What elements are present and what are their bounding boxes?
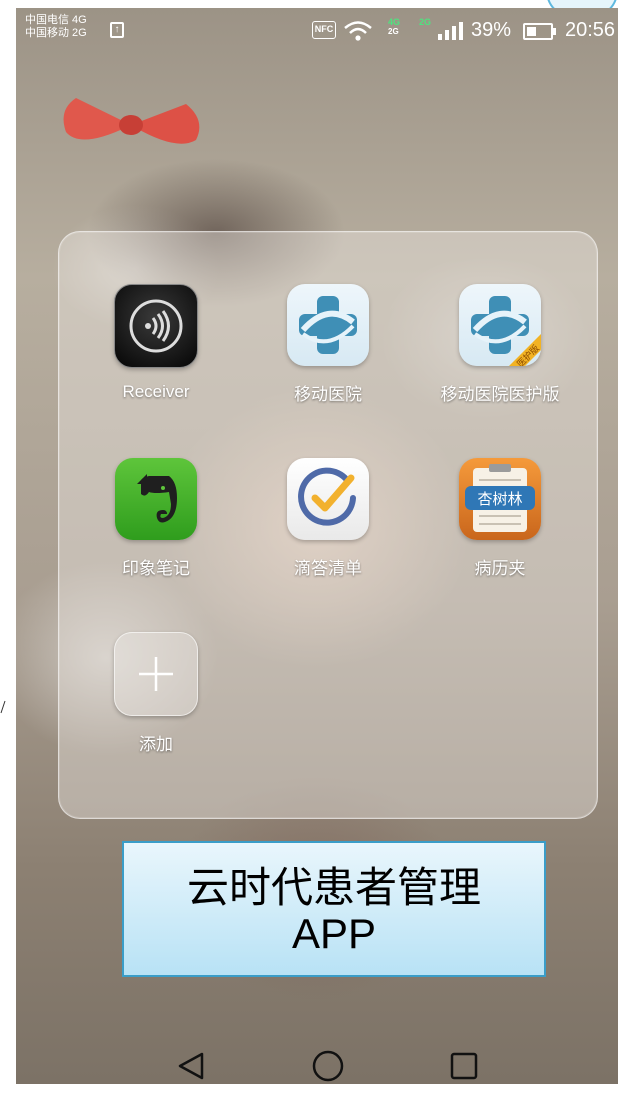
- clock: 20:56: [565, 19, 616, 41]
- battery-percent: 39%: [471, 19, 512, 41]
- app-label: 添加: [139, 735, 173, 754]
- app-label: 移动医院医护版: [440, 385, 560, 404]
- navigation-bar: [16, 1048, 618, 1084]
- caption-line-2: APP: [291, 910, 377, 957]
- app-label: 移动医院: [294, 385, 362, 404]
- app-label: 滴答清单: [294, 559, 362, 578]
- evernote-elephant-icon: [115, 458, 197, 540]
- receiver-nfc-icon: [114, 284, 198, 368]
- add-app-button[interactable]: 添加: [71, 632, 241, 755]
- app-evernote[interactable]: 印象笔记: [71, 458, 241, 579]
- network-type-1: 4G 2G: [388, 17, 401, 36]
- ticktick-check-icon: [287, 458, 369, 540]
- plus-icon: [114, 632, 198, 716]
- signal-strength-icon: [438, 22, 463, 40]
- network-type-2: 2G: [419, 17, 432, 27]
- caption-line-1: 云时代患者管理: [186, 864, 481, 911]
- mobile-hospital-icon: [287, 284, 369, 366]
- app-medical-records[interactable]: 杏树林 病历夹: [415, 458, 585, 579]
- app-label: 病历夹: [474, 559, 526, 578]
- app-folder: Receiver 移动医院 医护版 移动医院医护版 印象笔记 滴答清单 杏树林 …: [58, 231, 598, 819]
- records-badge: 杏树林: [477, 490, 522, 508]
- app-receiver[interactable]: Receiver: [71, 284, 241, 402]
- nfc-icon: NFC: [312, 21, 336, 39]
- app-mobile-hospital-medical[interactable]: 医护版 移动医院医护版: [415, 284, 585, 405]
- carrier-info: 中国电信 4G 中国移动 2G: [25, 14, 87, 40]
- app-mobile-hospital[interactable]: 移动医院: [243, 284, 413, 405]
- back-triangle-icon[interactable]: [172, 1048, 212, 1084]
- recents-square-icon[interactable]: [444, 1048, 484, 1084]
- edge-mark: [0, 700, 6, 714]
- home-circle-icon[interactable]: [308, 1048, 348, 1084]
- battery-icon: [523, 23, 553, 40]
- app-label: Receiver: [122, 382, 190, 401]
- wallpaper-bow: [63, 98, 200, 144]
- app-ticktick[interactable]: 滴答清单: [243, 458, 413, 579]
- wifi-icon: [344, 21, 372, 41]
- status-bar: 中国电信 4G 中国移动 2G ↑ NFC 4G 2G 2G 39% 20:56: [16, 8, 618, 52]
- app-label: 印象笔记: [122, 559, 190, 578]
- battery-nub: [553, 28, 556, 35]
- caption-box: 云时代患者管理 APP: [122, 841, 546, 977]
- carrier-2: 中国移动 2G: [25, 27, 87, 39]
- upload-notification-icon: ↑: [110, 22, 124, 38]
- mobile-hospital-medical-icon: 医护版: [459, 284, 541, 366]
- carrier-1: 中国电信 4G: [25, 14, 87, 26]
- medical-record-clipboard-icon: 杏树林: [459, 458, 541, 540]
